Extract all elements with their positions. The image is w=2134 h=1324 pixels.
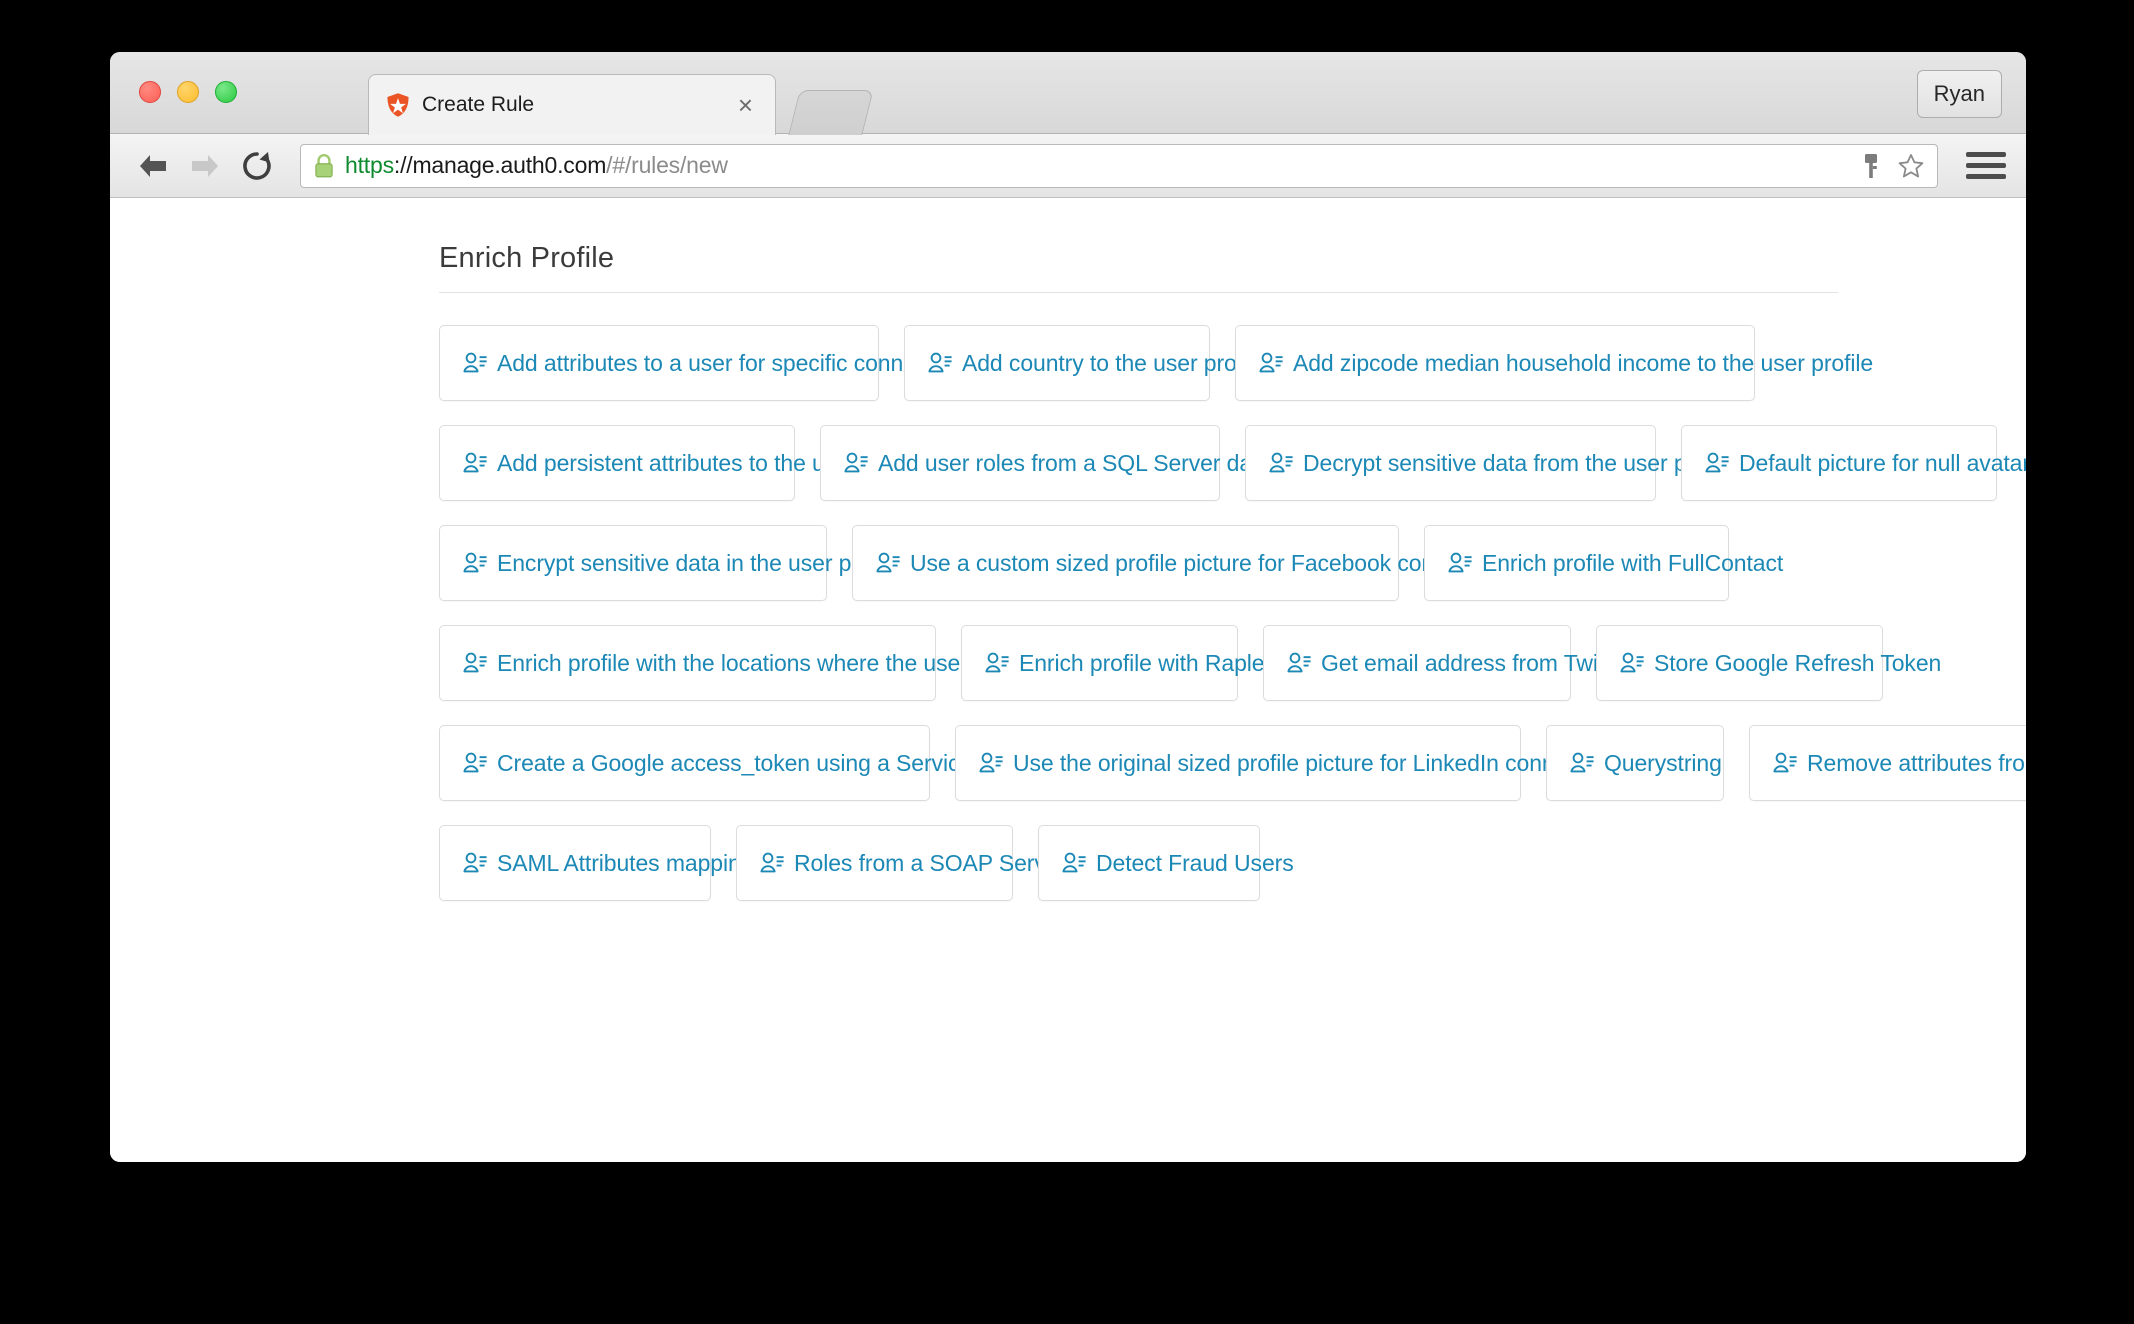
rule-template-label: Add persistent attributes to the user	[497, 449, 857, 476]
rule-template-button[interactable]: Detect Fraud Users	[1038, 825, 1294, 901]
rule-template-label: Enrich profile with FullContact	[1482, 549, 1784, 576]
rule-template-button[interactable]: Add persistent attributes to the user	[439, 425, 857, 501]
user-details-icon	[1259, 352, 1283, 373]
user-details-icon	[1570, 752, 1594, 773]
rule-template-label: Use the original sized profile picture f…	[1013, 749, 1627, 776]
forward-arrow-icon	[192, 154, 218, 177]
page-title: Enrich Profile	[439, 242, 615, 274]
title-divider	[439, 292, 1838, 293]
rule-template-label: SAML Attributes mapping	[497, 849, 754, 876]
user-details-icon	[463, 352, 487, 373]
user-details-icon	[876, 552, 900, 573]
rule-template-button[interactable]: Enrich profile with Rapleaf	[961, 625, 1284, 701]
rule-template-button[interactable]: Get email address from Twitter	[1263, 625, 1631, 701]
user-details-icon	[463, 852, 487, 873]
forward-button[interactable]	[182, 143, 228, 189]
url-host: ://manage.auth0.com	[393, 152, 607, 178]
lock-icon	[315, 153, 333, 177]
close-tab-icon[interactable]: ×	[732, 92, 759, 118]
rule-template-label: Add attributes to a user for specific co…	[497, 349, 964, 376]
rule-template-label: Querystring	[1604, 749, 1722, 776]
browser-tab-create-rule[interactable]: Create Rule ×	[368, 74, 776, 135]
user-details-icon	[463, 452, 487, 473]
rule-template-button[interactable]: Querystring	[1546, 725, 1724, 801]
key-icon[interactable]	[1859, 152, 1883, 180]
user-details-icon	[463, 552, 487, 573]
address-bar-actions	[1845, 152, 1925, 180]
user-details-icon	[1448, 552, 1472, 573]
browser-toolbar: https://manage.auth0.com/#/rules/new	[110, 134, 2026, 198]
auth0-logo-icon	[387, 93, 409, 117]
user-details-icon	[928, 352, 952, 373]
rule-template-button[interactable]: Add country to the user profile	[904, 325, 1266, 401]
hamburger-line	[1966, 174, 2006, 179]
address-bar-url: https://manage.auth0.com/#/rules/new	[345, 152, 728, 179]
hamburger-line	[1966, 152, 2006, 157]
user-details-icon	[1269, 452, 1293, 473]
rule-template-button[interactable]: Remove attributes from a user	[1749, 725, 2026, 801]
rule-template-button[interactable]: Use the original sized profile picture f…	[955, 725, 1627, 801]
user-details-icon	[463, 752, 487, 773]
reload-icon	[243, 151, 271, 180]
user-details-icon	[1287, 652, 1311, 673]
close-window-button[interactable]	[139, 81, 161, 103]
rule-template-label: Detect Fraud Users	[1096, 849, 1294, 876]
new-tab-button[interactable]	[788, 90, 874, 135]
rule-template-label: Add zipcode median household income to t…	[1293, 349, 1874, 376]
hamburger-line	[1966, 163, 2006, 168]
user-details-icon	[844, 452, 868, 473]
rule-template-button[interactable]: Enrich profile with the locations where …	[439, 625, 1040, 701]
back-button[interactable]	[130, 143, 176, 189]
rule-template-label: Decrypt sensitive data from the user pro…	[1303, 449, 1736, 476]
rule-template-button[interactable]: Use a custom sized profile picture for F…	[852, 525, 1519, 601]
user-details-icon	[1062, 852, 1086, 873]
user-details-icon	[1620, 652, 1644, 673]
address-bar[interactable]: https://manage.auth0.com/#/rules/new	[300, 143, 1938, 188]
browser-menu-button[interactable]	[1966, 146, 2006, 186]
url-scheme: https	[345, 152, 394, 178]
user-profile-label: Ryan	[1933, 81, 1985, 106]
star-icon[interactable]	[1897, 152, 1925, 180]
rule-template-label: Store Google Refresh Token	[1654, 649, 1942, 676]
user-details-icon	[985, 652, 1009, 673]
rule-template-button[interactable]: Add user roles from a SQL Server databas…	[820, 425, 1321, 501]
rule-template-button[interactable]: SAML Attributes mapping	[439, 825, 753, 901]
rule-template-label: Roles from a SOAP Service	[794, 849, 1075, 876]
page-content: Enrich Profile Add attributes to a user …	[110, 198, 2026, 1161]
content-container: Enrich Profile Add attributes to a user …	[231, 242, 2026, 901]
rule-template-button[interactable]: Store Google Refresh Token	[1596, 625, 1941, 701]
back-arrow-icon	[140, 154, 166, 177]
rule-template-button[interactable]: Roles from a SOAP Service	[736, 825, 1075, 901]
rule-template-label: Encrypt sensitive data in the user profi…	[497, 549, 901, 576]
rule-template-label: Add country to the user profile	[962, 349, 1266, 376]
rule-template-label: Get email address from Twitter	[1321, 649, 1631, 676]
browser-tabbar: Create Rule × Ryan	[110, 52, 2026, 135]
user-details-icon	[760, 852, 784, 873]
rule-template-button[interactable]: Add attributes to a user for specific co…	[439, 325, 964, 401]
rule-template-label: Remove attributes from a user	[1807, 749, 2026, 776]
rule-templates-grid: Add attributes to a user for specific co…	[439, 325, 2026, 901]
rule-template-label: Enrich profile with Rapleaf	[1019, 649, 1284, 676]
rule-template-label: Default picture for null avatars	[1739, 449, 2026, 476]
url-path: /#/rules/new	[606, 152, 728, 178]
user-profile-button[interactable]: Ryan	[1916, 70, 2002, 118]
user-details-icon	[1705, 452, 1729, 473]
minimize-window-button[interactable]	[177, 81, 199, 103]
window-traffic-lights	[139, 81, 237, 103]
rule-template-label: Enrich profile with the locations where …	[497, 649, 1040, 676]
reload-button[interactable]	[234, 143, 280, 189]
rule-template-button[interactable]: Encrypt sensitive data in the user profi…	[439, 525, 901, 601]
rule-template-button[interactable]: Decrypt sensitive data from the user pro…	[1245, 425, 1736, 501]
user-details-icon	[979, 752, 1003, 773]
rule-template-button[interactable]: Enrich profile with FullContact	[1424, 525, 1783, 601]
rule-template-button[interactable]: Create a Google access_token using a Ser…	[439, 725, 1060, 801]
tab-title: Create Rule	[422, 93, 535, 116]
browser-window: Create Rule × Ryan https://manage.auth0.…	[110, 52, 2026, 1162]
user-details-icon	[1773, 752, 1797, 773]
zoom-window-button[interactable]	[215, 81, 237, 103]
rule-template-button[interactable]: Default picture for null avatars	[1681, 425, 2026, 501]
user-details-icon	[463, 652, 487, 673]
rule-template-button[interactable]: Add zipcode median household income to t…	[1235, 325, 1873, 401]
